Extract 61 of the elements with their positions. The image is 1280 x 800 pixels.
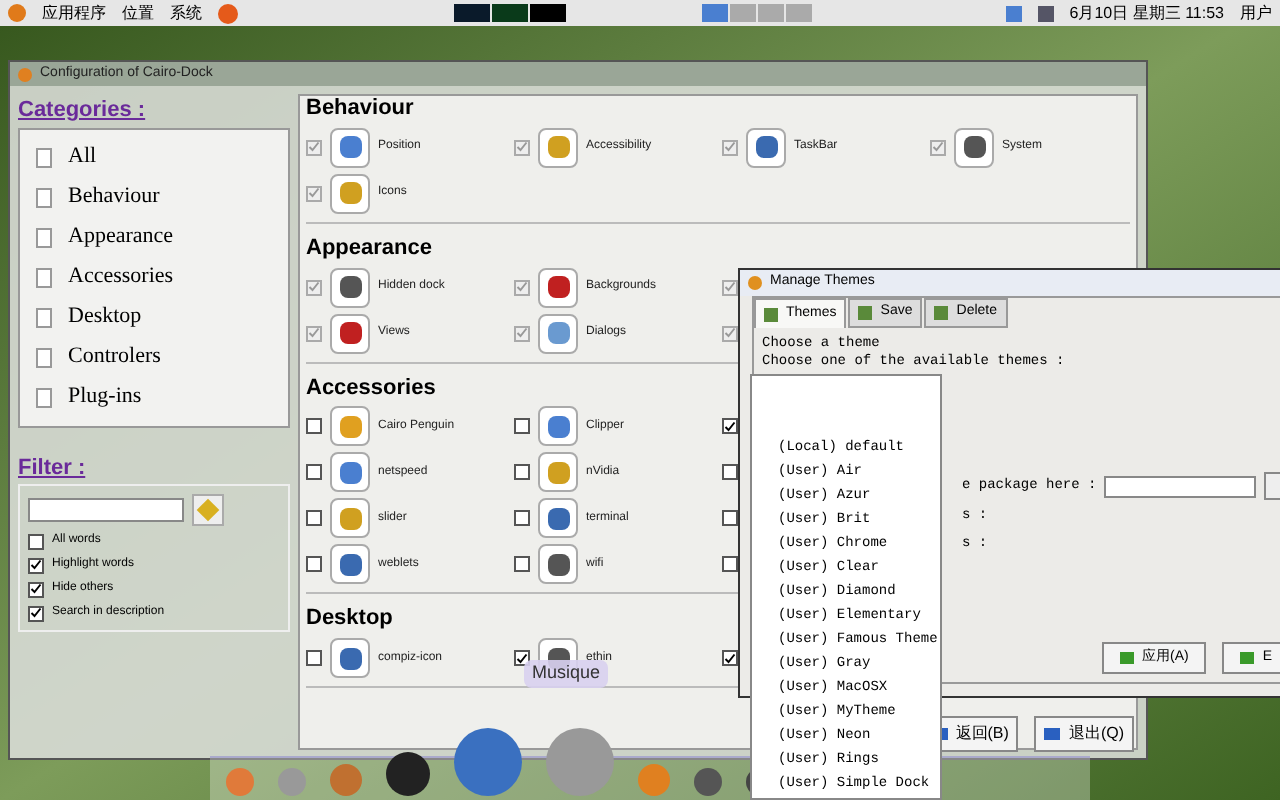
- checkbox[interactable]: [28, 557, 44, 573]
- section-title: Appearance: [306, 235, 432, 263]
- plugin-icon[interactable]: [330, 638, 370, 678]
- app-icon: [18, 67, 32, 81]
- checkbox[interactable]: [514, 418, 530, 435]
- checkbox[interactable]: [514, 464, 530, 481]
- checkbox[interactable]: [306, 510, 322, 527]
- dialog-button[interactable]: 退出(Q): [1034, 716, 1134, 752]
- category-item[interactable]: Controlers: [20, 337, 288, 377]
- plugin-icon[interactable]: [330, 544, 370, 585]
- monitor-graph: [530, 4, 566, 22]
- section-title: Accessories: [306, 375, 436, 403]
- monitor-graph: [454, 4, 490, 22]
- checkbox[interactable]: [306, 464, 322, 481]
- clock[interactable]: 6月10日 星期三 11:53: [1069, 1, 1224, 25]
- menu-item[interactable]: 系统: [170, 1, 202, 25]
- checkbox[interactable]: [722, 650, 738, 666]
- checkbox[interactable]: [306, 556, 322, 573]
- group-title: Categories :: [18, 96, 148, 126]
- section-title: Desktop: [306, 606, 393, 634]
- category-item[interactable]: Desktop: [20, 297, 288, 337]
- category-item[interactable]: Accessories: [20, 257, 288, 297]
- checkbox[interactable]: [28, 605, 44, 621]
- user-name[interactable]: 用户: [1240, 1, 1272, 25]
- browse-button[interactable]: [1264, 472, 1280, 500]
- workspace-switcher-cell[interactable]: [786, 4, 812, 22]
- app-icon: [748, 276, 762, 290]
- logo-icon[interactable]: [8, 4, 26, 22]
- plugin-icon[interactable]: [954, 127, 994, 168]
- category-item[interactable]: Appearance: [20, 217, 288, 257]
- monitor-graph: [492, 4, 528, 22]
- checkbox[interactable]: [306, 650, 322, 666]
- checkbox[interactable]: [722, 418, 738, 435]
- checkbox[interactable]: [722, 510, 738, 527]
- plugin-icon[interactable]: [538, 498, 578, 539]
- workspace-switcher-cell[interactable]: [758, 4, 784, 22]
- menu-item[interactable]: 应用程序: [42, 1, 106, 25]
- workspace-switcher-cell[interactable]: [702, 4, 728, 22]
- checkbox[interactable]: [514, 650, 530, 666]
- category-item[interactable]: Plug-ins: [20, 377, 288, 417]
- plugin-icon[interactable]: [538, 267, 578, 307]
- category-item[interactable]: Behaviour: [20, 177, 288, 217]
- checkbox[interactable]: [722, 464, 738, 481]
- filter-field[interactable]: [28, 498, 184, 522]
- checkbox[interactable]: [28, 533, 44, 549]
- plugin-icon[interactable]: [330, 313, 370, 353]
- checkbox[interactable]: [306, 418, 322, 435]
- package-field[interactable]: [1104, 475, 1257, 497]
- plugin-icon[interactable]: [330, 267, 370, 307]
- plugin-icon[interactable]: [746, 127, 786, 168]
- checkbox[interactable]: [28, 581, 44, 597]
- checkbox[interactable]: [514, 510, 530, 527]
- category-item[interactable]: All: [20, 137, 288, 177]
- workspace-switcher-cell[interactable]: [730, 4, 756, 22]
- section-title: Behaviour: [306, 96, 414, 124]
- group-title: Filter :: [18, 453, 88, 483]
- tooltip: Musique: [524, 660, 609, 687]
- plugin-icon[interactable]: [538, 544, 578, 585]
- menu-item[interactable]: 位置: [122, 1, 154, 25]
- checkbox[interactable]: [514, 556, 530, 573]
- checkbox[interactable]: [722, 556, 738, 573]
